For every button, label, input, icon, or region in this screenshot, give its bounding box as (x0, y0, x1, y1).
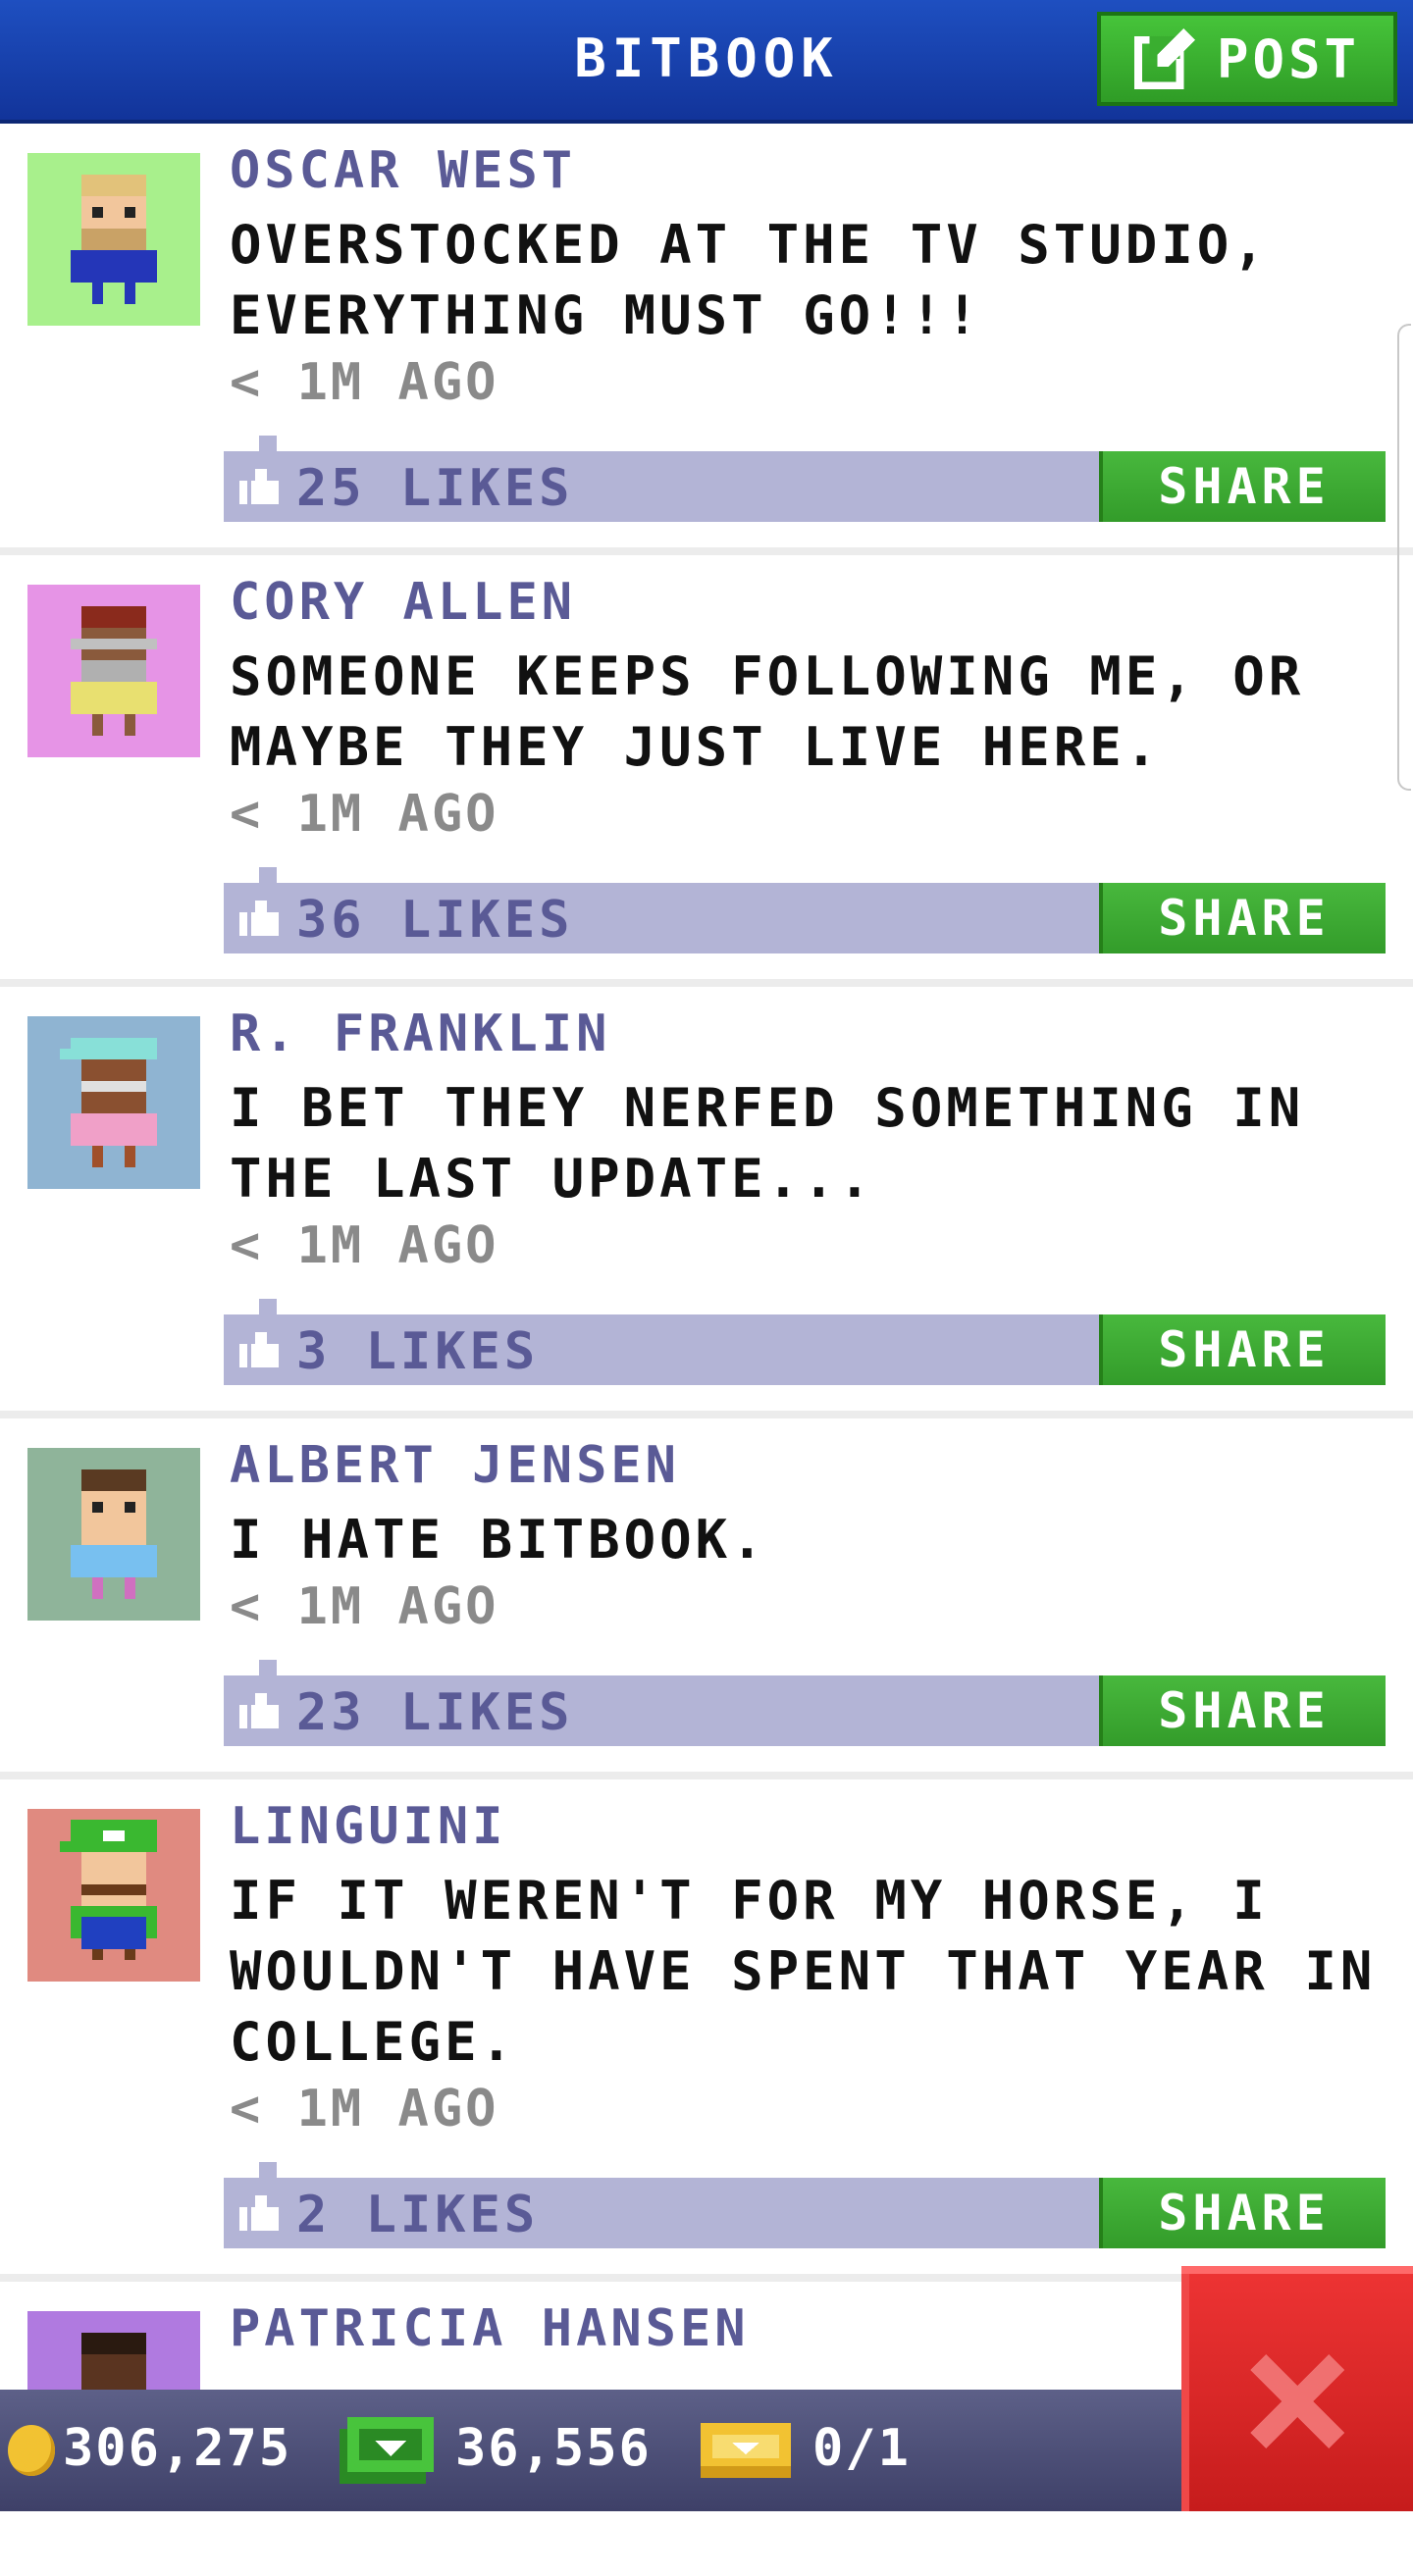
post-author[interactable]: CORY ALLEN (230, 573, 576, 632)
post-message: IF IT WEREN'T FOR MY HORSE, I WOULDN'T H… (230, 1870, 1377, 2073)
post-card: CORY ALLEN SOMEONE KEEPS FOLLOWING ME, O… (0, 555, 1413, 987)
share-button[interactable]: SHARE (1099, 2178, 1386, 2248)
ticket-count: 0/1 (812, 2419, 911, 2478)
share-button[interactable]: SHARE (1099, 1675, 1386, 1746)
like-bar[interactable]: 3 LIKES SHARE (224, 1299, 1386, 1385)
post-card: R. FRANKLIN I BET THEY NERFED SOMETHING … (0, 987, 1413, 1418)
thumbs-up-icon (239, 901, 279, 936)
post-message: I BET THEY NERFED SOMETHING IN THE LAST … (230, 1077, 1305, 1210)
like-bar-tab (259, 2162, 277, 2178)
post-time: < 1M AGO (230, 1577, 499, 1636)
post-message: SOMEONE KEEPS FOLLOWING ME, OR MAYBE THE… (230, 645, 1305, 778)
close-icon (1250, 2354, 1344, 2448)
avatar (27, 1809, 200, 1982)
post-author[interactable]: ALBERT JENSEN (230, 1436, 680, 1495)
like-count: 3 LIKES (296, 1322, 540, 1381)
post-author[interactable]: R. FRANKLIN (230, 1005, 610, 1063)
like-bar-tab (259, 867, 277, 883)
like-bar[interactable]: 36 LIKES SHARE (224, 867, 1386, 953)
avatar (27, 153, 200, 326)
bux-icon (340, 2417, 434, 2484)
post-time: < 1M AGO (230, 353, 499, 412)
post-time: < 1M AGO (230, 2080, 499, 2138)
post-message: I HATE BITBOOK. (230, 1509, 767, 1571)
avatar (27, 1448, 200, 1621)
post-card: ALBERT JENSEN I HATE BITBOOK. < 1M AGO 2… (0, 1418, 1413, 1779)
post-card: LINGUINI IF IT WEREN'T FOR MY HORSE, I W… (0, 1779, 1413, 2282)
thumbs-up-icon (239, 2195, 279, 2231)
share-button[interactable]: SHARE (1099, 883, 1386, 953)
post-card: OSCAR WEST OVERSTOCKED AT THE TV STUDIO,… (0, 124, 1413, 555)
bux-count: 36,556 (455, 2419, 652, 2478)
like-bar-tab (259, 1660, 277, 1675)
ticket-icon (701, 2423, 791, 2478)
post-time: < 1M AGO (230, 785, 499, 844)
post-author[interactable]: LINGUINI (230, 1797, 506, 1856)
post-author[interactable]: PATRICIA HANSEN (230, 2299, 750, 2358)
scrollbar[interactable] (1397, 324, 1411, 791)
thumbs-up-icon (239, 1332, 279, 1367)
thumbs-up-icon (239, 1693, 279, 1728)
like-count: 36 LIKES (296, 891, 574, 950)
like-bar-tab (259, 436, 277, 451)
like-bar[interactable]: 25 LIKES SHARE (224, 436, 1386, 522)
post-button[interactable]: POST (1097, 12, 1397, 106)
like-bar-tab (259, 1299, 277, 1314)
like-count: 23 LIKES (296, 1683, 574, 1742)
share-button[interactable]: SHARE (1099, 1314, 1386, 1385)
share-button[interactable]: SHARE (1099, 451, 1386, 522)
post-feed: OSCAR WEST OVERSTOCKED AT THE TV STUDIO,… (0, 124, 1413, 2576)
post-label: POST (1216, 27, 1361, 90)
close-button[interactable] (1181, 2266, 1413, 2511)
like-count: 25 LIKES (296, 459, 574, 518)
like-bar[interactable]: 23 LIKES SHARE (224, 1660, 1386, 1746)
avatar (27, 1016, 200, 1189)
edit-icon (1133, 28, 1195, 89)
post-author[interactable]: OSCAR WEST (230, 141, 576, 200)
coin-count: 306,275 (63, 2419, 292, 2478)
app-header: BITBOOK POST (0, 0, 1413, 124)
coin-icon (8, 2425, 55, 2476)
post-time: < 1M AGO (230, 1216, 499, 1275)
avatar (27, 585, 200, 757)
like-bar[interactable]: 2 LIKES SHARE (224, 2162, 1386, 2248)
like-count: 2 LIKES (296, 2186, 540, 2244)
post-message: OVERSTOCKED AT THE TV STUDIO, EVERYTHING… (230, 214, 1269, 346)
thumbs-up-icon (239, 469, 279, 504)
